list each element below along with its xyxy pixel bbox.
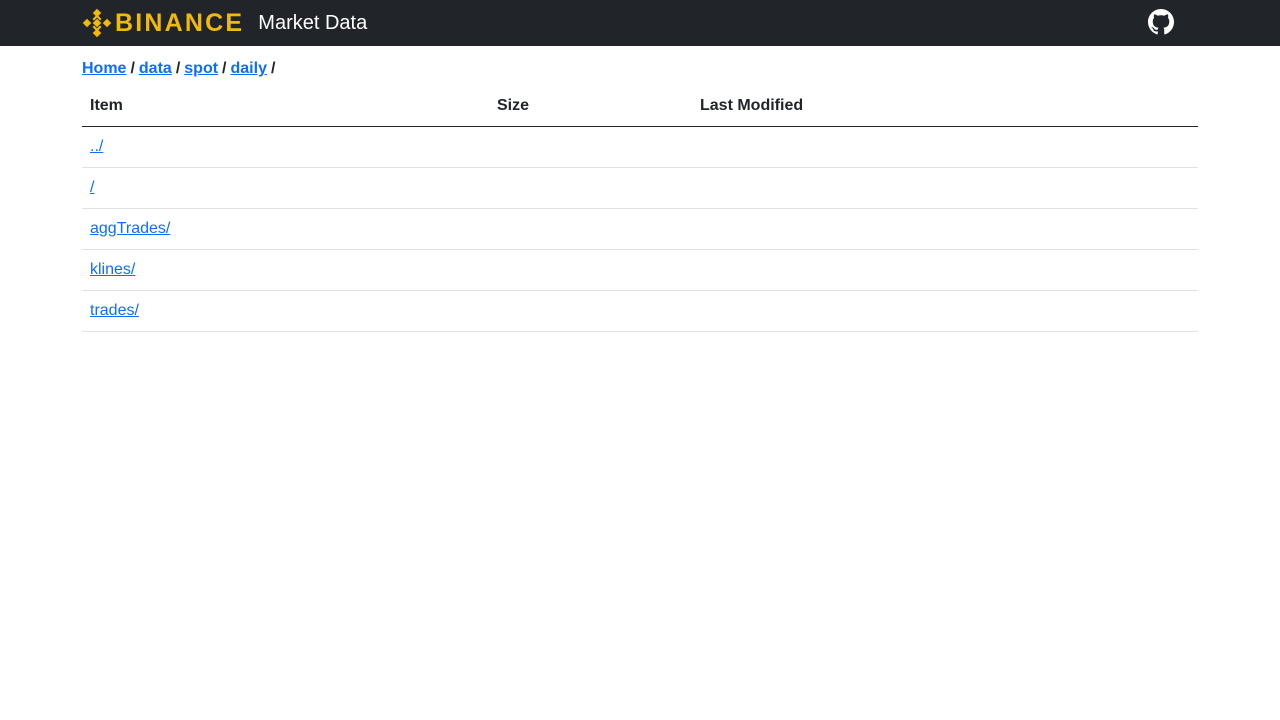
cell-last-modified [692, 208, 1198, 250]
cell-size [489, 126, 692, 168]
column-header-size: Size [489, 86, 692, 127]
cell-last-modified [692, 290, 1198, 332]
cell-item: aggTrades/ [82, 208, 489, 250]
cell-item: / [82, 167, 489, 209]
breadcrumb-data[interactable]: data [139, 60, 172, 77]
column-header-last-modified: Last Modified [692, 86, 1198, 127]
item-link[interactable]: trades/ [90, 302, 139, 319]
listing-table: Item Size Last Modified ../ / aggTrades/ [82, 86, 1198, 332]
cell-last-modified [692, 167, 1198, 209]
github-link[interactable] [1148, 9, 1174, 35]
item-link[interactable]: / [90, 179, 94, 196]
cell-size [489, 290, 692, 332]
cell-item: trades/ [82, 290, 489, 332]
breadcrumb-separator: / [130, 60, 135, 77]
table-row: trades/ [82, 290, 1198, 332]
main-container: Home / data / spot / daily / Item Size Last Mod… [82, 46, 1198, 332]
item-link[interactable]: aggTrades/ [90, 220, 170, 237]
cell-item: klines/ [82, 249, 489, 291]
cell-item: ../ [82, 126, 489, 168]
cell-size [489, 208, 692, 250]
breadcrumb-spot[interactable]: spot [184, 60, 218, 77]
table-row: ../ [82, 126, 1198, 168]
breadcrumb-separator: / [175, 60, 181, 77]
binance-logo-icon [82, 8, 112, 38]
cell-size [489, 249, 692, 291]
brand-name: BINANCE [115, 8, 245, 37]
cell-last-modified [692, 126, 1198, 168]
table-row: aggTrades/ [82, 208, 1198, 250]
breadcrumb: Home / data / spot / daily / [82, 59, 1198, 79]
breadcrumb-separator: / [222, 60, 227, 77]
header-row: Item Size Last Modified [82, 86, 1198, 127]
item-link[interactable]: klines/ [90, 261, 135, 278]
table-row: / [82, 167, 1198, 209]
cell-size [489, 167, 692, 209]
table-row: klines/ [82, 249, 1198, 291]
listing-table-head: Item Size Last Modified [82, 86, 1198, 127]
brand-link[interactable]: BINANCE Market Data [82, 8, 367, 38]
navbar-inner: BINANCE Market Data [82, 0, 1198, 46]
item-link[interactable]: ../ [90, 138, 103, 155]
breadcrumb-daily[interactable]: daily [231, 60, 267, 77]
top-navbar: BINANCE Market Data [0, 0, 1280, 46]
breadcrumb-home[interactable]: Home [82, 60, 126, 77]
page-title: Market Data [258, 12, 368, 34]
column-header-item: Item [82, 86, 489, 127]
github-icon [1148, 9, 1174, 35]
listing-table-body: ../ / aggTrades/ klines/ trades/ [82, 126, 1198, 332]
cell-last-modified [692, 249, 1198, 291]
breadcrumb-separator: / [270, 60, 276, 77]
